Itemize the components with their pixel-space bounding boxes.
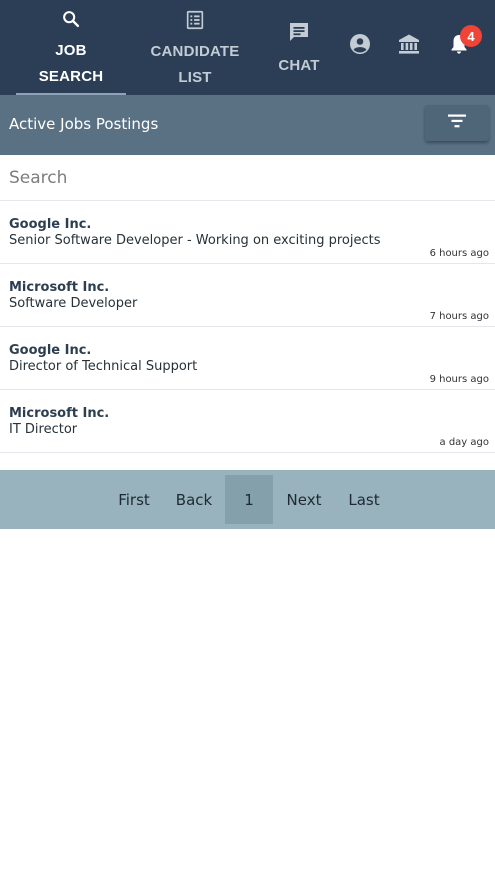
- tab-candidate-list-label-line2: LIST: [178, 69, 212, 86]
- next-page-button[interactable]: Next: [280, 475, 328, 524]
- job-list-item[interactable]: Microsoft Inc. Software Developer 7 hour…: [0, 264, 495, 327]
- page-title: Active Jobs Postings: [9, 115, 159, 133]
- tab-chat-label: CHAT: [278, 57, 320, 74]
- job-title: Director of Technical Support: [9, 359, 198, 374]
- back-page-button[interactable]: Back: [170, 475, 218, 524]
- tab-chat[interactable]: CHAT: [265, 0, 333, 95]
- job-posted-time: 9 hours ago: [429, 374, 489, 385]
- job-posted-time: 6 hours ago: [429, 248, 489, 259]
- tab-candidate-list[interactable]: CANDIDATE LIST: [140, 0, 250, 95]
- job-company: Microsoft Inc.: [9, 280, 110, 295]
- job-title: Software Developer: [9, 296, 138, 311]
- filter-icon: [446, 113, 468, 134]
- tab-job-search[interactable]: JOB SEARCH: [16, 0, 126, 95]
- last-page-button[interactable]: Last: [340, 475, 388, 524]
- tab-job-search-label-line1: JOB: [55, 42, 87, 59]
- job-company: Microsoft Inc.: [9, 406, 110, 421]
- tab-job-search-label: JOB SEARCH: [39, 38, 104, 90]
- job-list-item[interactable]: Google Inc. Senior Software Developer - …: [0, 201, 495, 264]
- job-posted-time: a day ago: [439, 437, 489, 448]
- search-bar: [0, 155, 495, 201]
- tab-candidate-list-label: CANDIDATE LIST: [150, 39, 239, 91]
- job-posted-time: 7 hours ago: [429, 311, 489, 322]
- tab-candidate-list-label-line1: CANDIDATE: [150, 43, 240, 60]
- job-list-item[interactable]: Google Inc. Director of Technical Suppor…: [0, 327, 495, 390]
- pagination: First Back 1 Next Last: [0, 470, 495, 529]
- filter-button[interactable]: [425, 105, 489, 141]
- tab-job-search-label-line2: SEARCH: [38, 68, 104, 85]
- job-title: IT Director: [9, 422, 78, 437]
- search-icon: [60, 8, 82, 35]
- notification-badge: 4: [460, 25, 482, 47]
- list-icon: [184, 9, 206, 36]
- first-page-button[interactable]: First: [110, 475, 158, 524]
- bank-icon: [397, 32, 421, 61]
- job-company: Google Inc.: [9, 217, 92, 232]
- subheader: Active Jobs Postings: [0, 95, 495, 155]
- top-navigation: JOB SEARCH CANDIDATE LIST CHAT 4: [0, 0, 495, 95]
- job-company: Google Inc.: [9, 343, 92, 358]
- search-input[interactable]: [0, 155, 495, 200]
- bank-button[interactable]: [396, 33, 422, 59]
- account-button[interactable]: [347, 33, 373, 59]
- chat-icon: [287, 20, 311, 49]
- job-list-item[interactable]: Microsoft Inc. IT Director a day ago: [0, 390, 495, 453]
- job-title: Senior Software Developer - Working on e…: [9, 233, 381, 248]
- current-page-button[interactable]: 1: [225, 475, 273, 524]
- account-circle-icon: [348, 32, 372, 61]
